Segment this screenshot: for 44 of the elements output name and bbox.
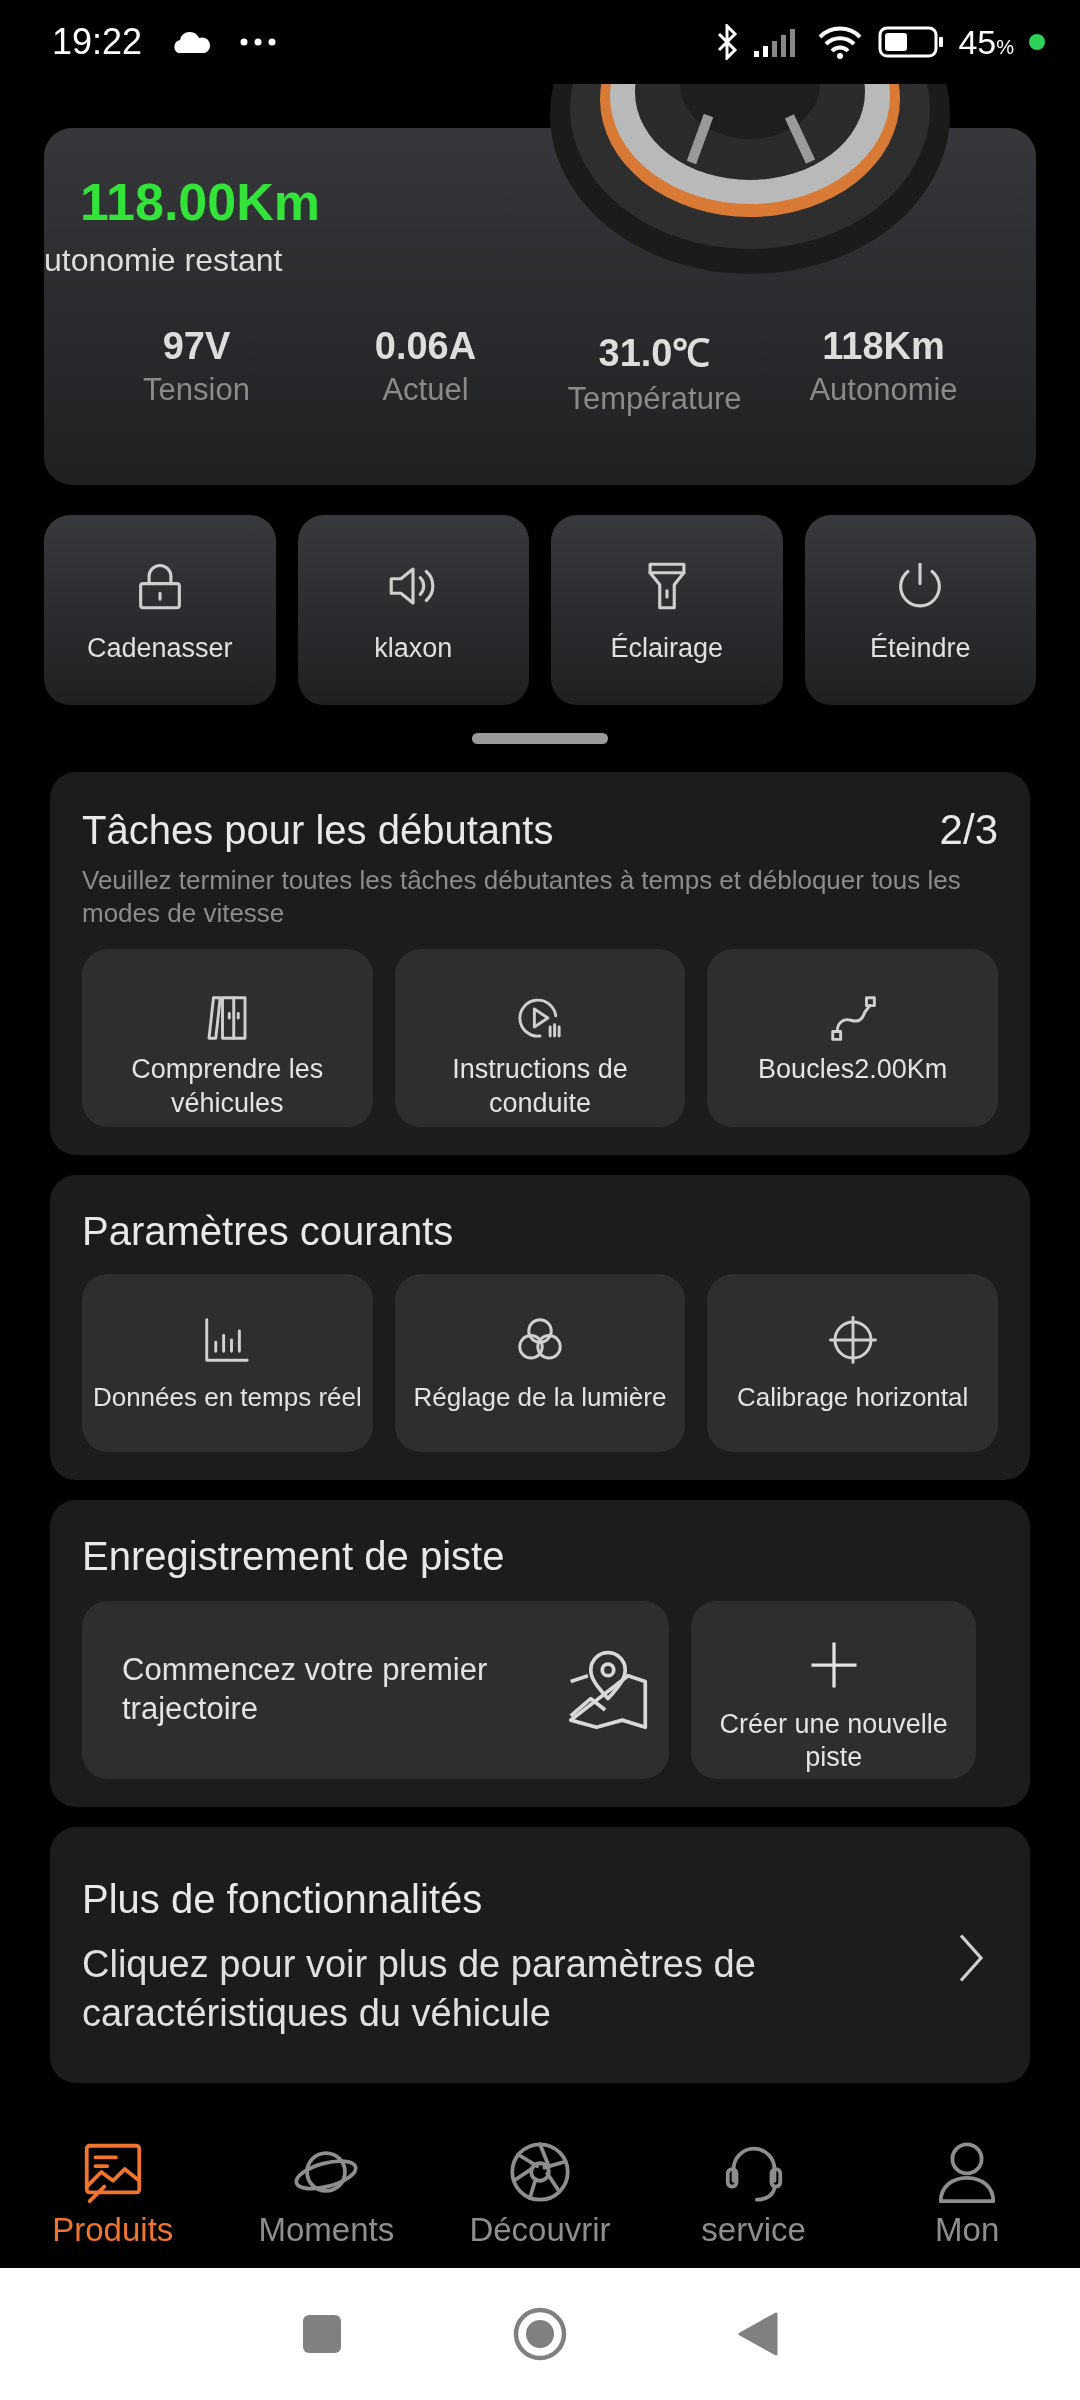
recents-button[interactable] — [302, 2314, 342, 2354]
start-track-button[interactable]: Commencez votre premier trajectoire — [82, 1601, 670, 1779]
stat-label: Température — [567, 381, 742, 417]
section-title: Enregistrement de piste — [82, 1534, 505, 1579]
remaining-range: 118.00Km — [80, 172, 320, 232]
task-tile[interactable]: Instructions de conduite — [394, 949, 686, 1127]
stat-value: 0.06A — [374, 325, 477, 368]
nav-tab[interactable]: Produits — [6, 2118, 220, 2268]
control-button[interactable]: klaxon — [297, 515, 529, 705]
status-dot-icon — [1028, 33, 1046, 51]
control-button[interactable]: Éclairage — [551, 515, 783, 705]
clock-time: 19:22 — [52, 21, 143, 63]
create-track-button[interactable]: Créer une nouvelle piste — [691, 1601, 976, 1779]
bluetooth-icon — [716, 24, 739, 60]
stat-label: Tension — [143, 372, 250, 408]
setting-tile[interactable]: Calibrage horizontal — [707, 1274, 998, 1452]
battery-percent: 45 — [958, 22, 997, 62]
drag-handle[interactable] — [472, 733, 608, 744]
stat-value: 118Km — [822, 325, 945, 368]
stat-label: Autonomie — [809, 372, 958, 408]
more-features-card[interactable]: Plus de fonctionnalités Cliquez pour voir plus de paramètres de caractéristiques du véhicule — [50, 1827, 1030, 2083]
control-button[interactable]: Éteindre — [804, 515, 1036, 705]
battery-icon — [878, 26, 945, 58]
section-description: Veuillez terminer toutes les tâches débutantes à temps et débloquer tous les modes de vitesse — [82, 864, 962, 929]
section-title: Paramètres courants — [82, 1209, 454, 1254]
setting-tile[interactable]: Données en temps réel — [82, 1274, 373, 1452]
stat-label: Actuel — [382, 372, 469, 408]
setting-tile[interactable]: Réglage de la lumière — [394, 1274, 686, 1452]
remaining-range-label: utonomie restant — [44, 242, 283, 279]
back-button[interactable] — [738, 2312, 778, 2356]
section-title: Plus de fonctionnalités — [82, 1877, 484, 1922]
control-button[interactable]: Cadenasser — [44, 515, 276, 705]
stat-value: 31.0℃ — [598, 331, 711, 376]
nav-tab[interactable]: Moments — [219, 2118, 434, 2268]
section-title: Tâches pour les débutants — [82, 807, 554, 853]
nav-tab[interactable]: Découvrir — [433, 2118, 647, 2268]
stat-value: 97V — [162, 325, 231, 368]
section-description: Cliquez pour voir plus de paramètres de caractéristiques du véhicule — [82, 1942, 757, 2037]
nav-tab[interactable]: service — [646, 2118, 861, 2268]
nav-tab[interactable]: Mon — [860, 2118, 1074, 2268]
task-tile[interactable]: Comprendre les véhicules — [82, 949, 373, 1127]
percent-sign: % — [996, 35, 1014, 59]
home-button[interactable] — [512, 2306, 568, 2362]
task-tile[interactable]: Boucles2.00Km — [707, 949, 998, 1127]
